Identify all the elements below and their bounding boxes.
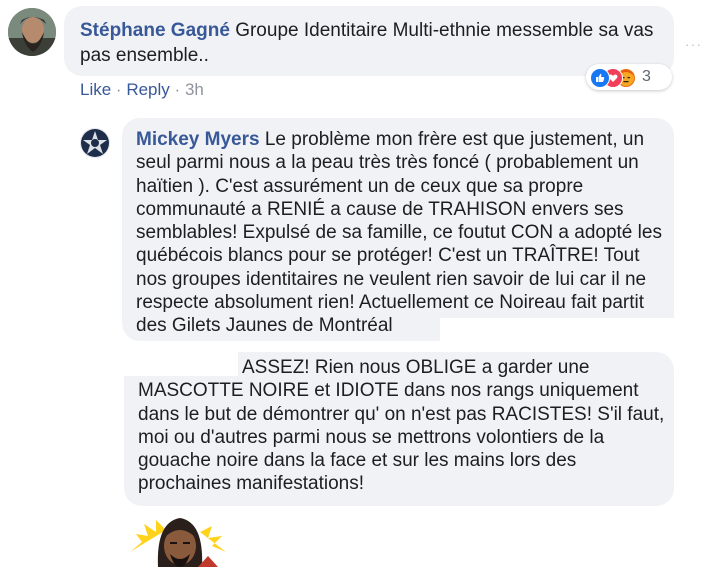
- reply-author[interactable]: Mickey Myers: [136, 129, 260, 150]
- like-link[interactable]: Like: [80, 80, 111, 99]
- comment-options-icon[interactable]: ···: [685, 36, 702, 52]
- reactions-summary[interactable]: 3: [586, 64, 672, 90]
- comment-bubble: Stéphane Gagné Groupe Identitaire Multi-…: [64, 6, 674, 76]
- reply-bubble: Mickey Myers Le problème mon frère est q…: [122, 118, 674, 341]
- sticker-image[interactable]: [128, 512, 228, 567]
- comment-actions: Like · Reply · 3h: [80, 80, 204, 100]
- reply-link[interactable]: Reply: [126, 80, 169, 99]
- bubble-gap: [440, 318, 675, 350]
- comment-author[interactable]: Stéphane Gagné: [80, 20, 230, 41]
- reply-continuation-text: ASSEZ! Rien nous OBLIGE a garder une MAS…: [138, 357, 665, 495]
- commenter-avatar[interactable]: [8, 8, 56, 56]
- separator: ·: [115, 80, 122, 99]
- separator: ·: [174, 80, 181, 99]
- reply-author-avatar[interactable]: [80, 128, 110, 158]
- bubble-notch: [124, 350, 238, 376]
- like-icon: [590, 68, 610, 88]
- reaction-count: 3: [642, 68, 651, 85]
- reply-text: Le problème mon frère est que justement,…: [136, 129, 662, 337]
- comment-timestamp[interactable]: 3h: [185, 80, 204, 99]
